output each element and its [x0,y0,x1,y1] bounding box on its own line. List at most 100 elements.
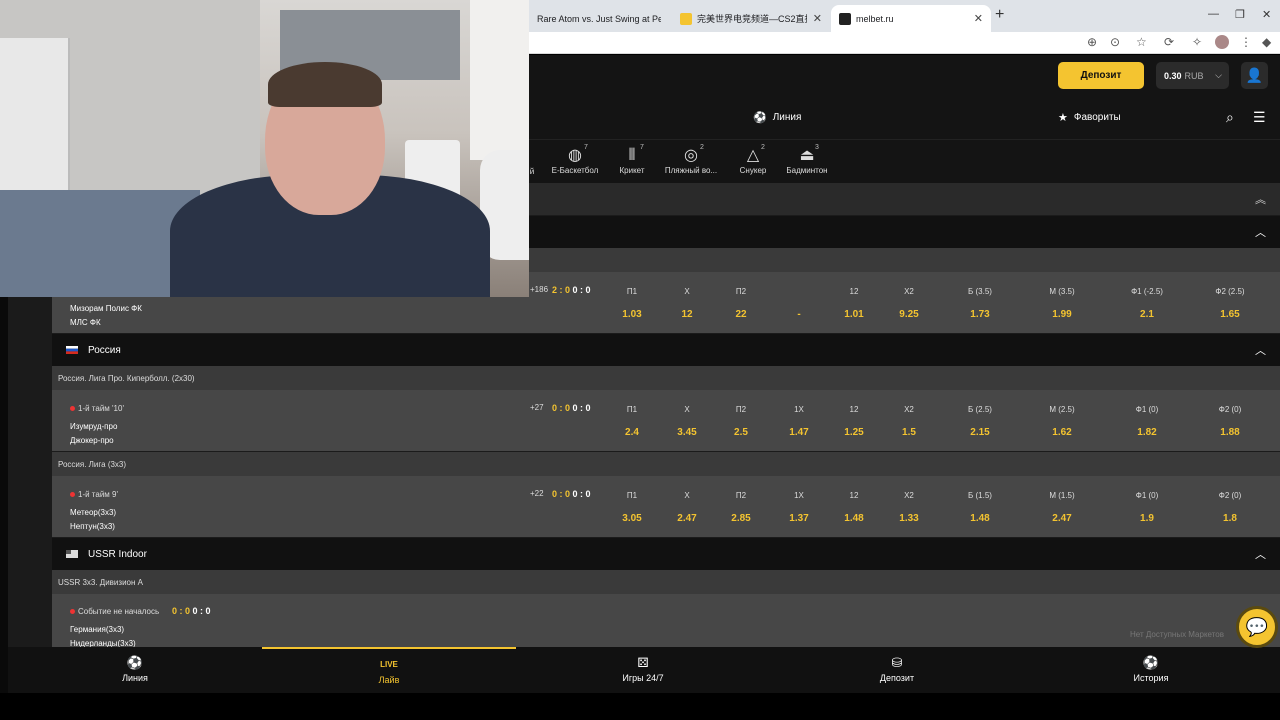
more-markets-count[interactable]: +27 [530,403,544,412]
league-row[interactable]: Россия. Лига Про. Киперболл. (2x30) [52,366,1280,390]
sport-item-snooker[interactable]: △ 2 Снукер [736,144,770,175]
more-icon[interactable]: ⊙ [1110,35,1120,49]
close-icon[interactable]: ✕ [813,12,822,25]
close-window-icon[interactable]: ✕ [1262,8,1271,21]
more-markets-count[interactable]: +186 [530,285,548,294]
left-edge [0,297,8,693]
country-header-russia[interactable]: Россия ︿ [52,334,1280,366]
country-header-ussr[interactable]: USSR Indoor ︿ [52,538,1280,570]
match-row[interactable]: Событие не началось 0 : 0 0 : 0 Германия… [52,594,1280,648]
search-icon[interactable]: ⌕ [1226,109,1234,126]
odd-value[interactable]: 1.01 [824,309,884,320]
hamburger-icon[interactable]: ☰ [1253,109,1266,126]
odd-header: Х2 [904,405,914,414]
odd-value[interactable]: 2.5 [711,427,771,438]
double-chevron-up-icon[interactable]: ︽ [1255,191,1266,207]
extensions-icon[interactable]: ✧ [1192,35,1202,49]
chevron-down-icon: ⌵ [1215,70,1222,80]
sport-item-beach-volleyball[interactable]: ◎ 2 Пляжный во... [662,144,720,175]
odd-value[interactable]: 3.05 [602,513,662,524]
tab-title: 完美世界电竞频道—CS2直播_完美 [697,14,807,24]
balance-dropdown[interactable]: 0.30 RUB ⌵ [1156,62,1229,89]
sport-item-cricket[interactable]: ⫴ 7 Крикет [614,144,650,175]
sport-item-badminton[interactable]: ⏏ 3 Бадминтон [784,144,830,175]
odd-value[interactable]: 1.33 [879,513,939,524]
odd-value[interactable]: 1.48 [824,513,884,524]
match-row[interactable]: 1-й тайм 9' +22 0 : 0 0 : 0 Метеор(3x3) … [52,476,1280,537]
odd-value[interactable]: 2.85 [711,513,771,524]
extension-icon[interactable]: ⟳ [1164,35,1174,49]
close-icon[interactable]: ✕ [974,12,983,25]
chevron-up-icon[interactable]: ︿ [1255,224,1266,240]
odd-value[interactable]: 1.88 [1200,427,1260,438]
odd-value[interactable]: 2.47 [1032,513,1092,524]
odd-value[interactable]: 1.73 [950,309,1010,320]
tab-favicon-icon [680,12,692,25]
odd-value[interactable]: 1.37 [769,513,829,524]
odd-value[interactable]: 2.15 [950,427,1010,438]
odd-value[interactable]: 1.62 [1032,427,1092,438]
bottom-nav-line[interactable]: ⚽ Линия [8,647,262,693]
more-markets-count[interactable]: +22 [530,489,544,498]
match-row[interactable]: 1-й тайм '10' +27 0 : 0 0 : 0 Изумруд-пр… [52,390,1280,451]
balance-amount: 0.30 [1164,70,1182,81]
team-1: Изумруд-про [70,422,118,431]
browser-tab[interactable]: Rare Atom vs. Just Swing at Perfe [529,5,669,32]
odd-value[interactable]: 1.82 [1117,427,1177,438]
copilot-icon[interactable]: ◆ [1262,35,1271,49]
odd-value[interactable]: 12 [657,309,717,320]
odd-value[interactable]: 2.47 [657,513,717,524]
user-icon[interactable]: 👤 [1241,62,1268,89]
deposit-button[interactable]: Депозит [1058,62,1144,89]
odd-value[interactable]: 1.47 [769,427,829,438]
browser-tab-active[interactable]: melbet.ru ✕ [831,5,991,32]
cricket-icon: ⫴ [628,147,636,164]
odd-value[interactable]: 22 [711,309,771,320]
bottom-nav-live[interactable]: LIVE Лайв [262,647,516,693]
odd-value[interactable]: 2.4 [602,427,662,438]
bottom-nav-history[interactable]: ⚽ История [1024,647,1278,693]
odd-value[interactable]: 1.99 [1032,309,1092,320]
nav-line[interactable]: ⚽ Линия [753,111,801,124]
odd-header: Б (2.5) [968,405,992,414]
odd-value[interactable]: 3.45 [657,427,717,438]
odd-value[interactable]: 9.25 [879,309,939,320]
odd-value[interactable]: 1.03 [602,309,662,320]
sport-count: 3 [815,144,819,151]
bottom-nav-label: Лайв [378,675,400,685]
odd-value[interactable]: 1.9 [1117,513,1177,524]
zoom-icon[interactable]: ⊕ [1087,35,1097,49]
balance-currency: RUB [1184,70,1204,81]
chat-support-icon[interactable]: 💬 [1236,606,1278,648]
odd-header: П1 [626,405,638,414]
score-current: 0 : 0 [572,285,591,295]
odd-value[interactable]: 1.5 [879,427,939,438]
browser-tab[interactable]: 完美世界电竞频道—CS2直播_完美 ✕ [672,5,830,32]
odd-header: Х [684,405,690,414]
star-icon[interactable]: ☆ [1136,35,1147,49]
odd-value[interactable]: - [769,309,829,320]
odd-header: П2 [735,491,747,500]
sport-item-e-basketball[interactable]: ◍ 7 Е-Баскетбол [550,144,600,175]
chevron-up-icon[interactable]: ︿ [1255,546,1266,562]
chevron-up-icon[interactable]: ︿ [1255,342,1266,358]
odd-header: Ф2 (0) [1218,405,1242,414]
menu-dots-icon[interactable]: ⋮ [1240,35,1252,49]
odd-value[interactable]: 2.1 [1117,309,1177,320]
league-row[interactable]: USSR 3x3. Дивизион A [52,570,1280,594]
odd-value[interactable]: 1.48 [950,513,1010,524]
bottom-nav-deposit[interactable]: ⛁ Депозит [770,647,1024,693]
odd-value[interactable]: 1.25 [824,427,884,438]
nav-favorites[interactable]: ★ Фавориты [1058,111,1121,124]
league-row[interactable]: Россия. Лига (3x3) [52,452,1280,476]
new-tab-icon[interactable]: + [995,6,1004,24]
odd-value[interactable]: 1.8 [1200,513,1260,524]
history-icon: ⚽ [1142,655,1160,670]
sport-count: 7 [640,144,644,151]
minimize-icon[interactable]: — [1208,8,1219,20]
profile-avatar[interactable] [1215,35,1229,49]
odd-value[interactable]: 1.65 [1200,309,1260,320]
maximize-icon[interactable]: ❐ [1235,8,1245,21]
bottom-nav-games[interactable]: ⚄ Игры 24/7 [516,647,770,693]
sport-label: Снукер [739,166,767,175]
